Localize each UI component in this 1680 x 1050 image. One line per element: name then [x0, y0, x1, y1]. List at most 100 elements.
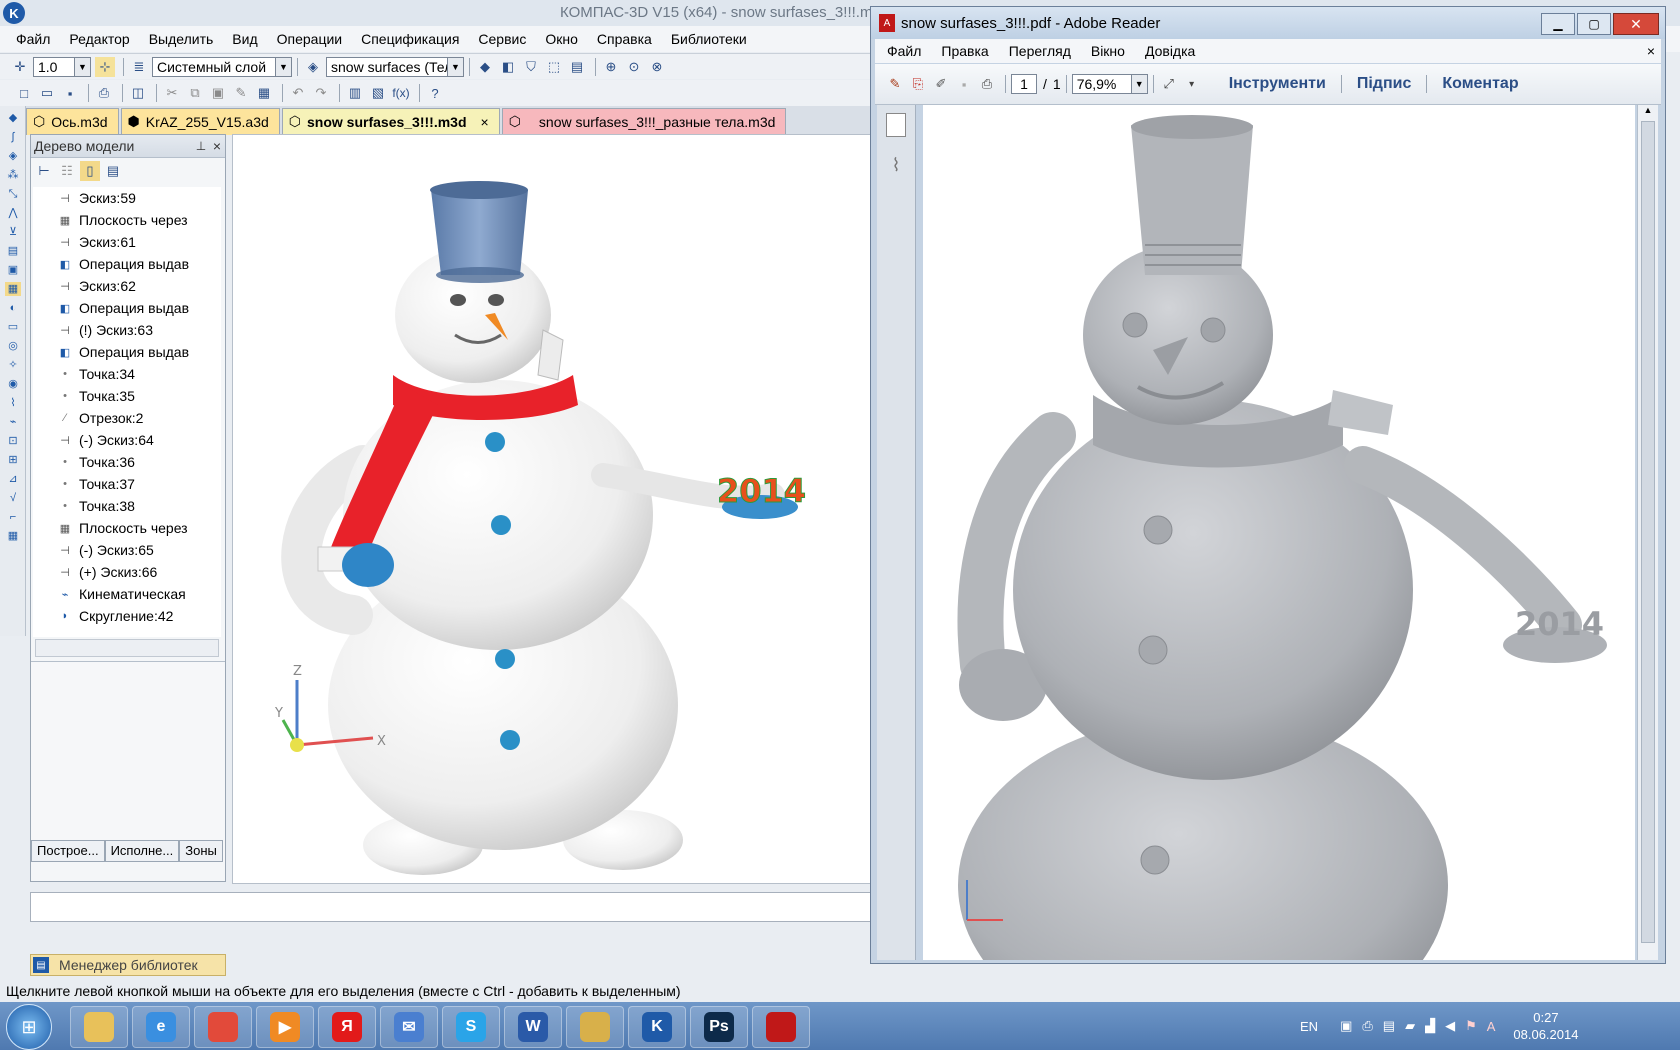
menu-edit[interactable]: Редактор: [69, 31, 129, 47]
volume-icon[interactable]: ◀: [1445, 1018, 1455, 1034]
properties-icon[interactable]: ◧: [498, 57, 518, 77]
new-file-icon[interactable]: □: [14, 83, 34, 103]
start-button[interactable]: ⊞: [6, 1004, 52, 1050]
library-manager-tab[interactable]: ▤ Менеджер библиотек: [30, 954, 226, 976]
orientation-icon[interactable]: ⬚: [544, 57, 564, 77]
tray-icon-2[interactable]: ▰: [1405, 1018, 1415, 1034]
copy-icon[interactable]: ⧉: [185, 83, 205, 103]
menu-libraries[interactable]: Библиотеки: [671, 31, 747, 47]
taskbar-app-media-player[interactable]: ▶: [256, 1006, 314, 1048]
close-document-icon[interactable]: ×: [1647, 43, 1655, 59]
taskbar-app-kompas[interactable]: K: [628, 1006, 686, 1048]
tree-item[interactable]: ⌁ Кинематическая: [33, 583, 221, 605]
tree-order-icon[interactable]: ⊢: [34, 161, 54, 181]
cable-icon[interactable]: ⌇: [5, 396, 21, 410]
dimensions-icon[interactable]: ⋀: [5, 206, 21, 220]
format-painter-icon[interactable]: ✎: [231, 83, 251, 103]
menu-window[interactable]: Окно: [545, 31, 578, 47]
paste-icon[interactable]: ▣: [208, 83, 228, 103]
tree-item[interactable]: • Точка:37: [33, 473, 221, 495]
chevron-down-icon[interactable]: ▼: [74, 57, 90, 76]
tree-item[interactable]: • Точка:35: [33, 385, 221, 407]
chevron-down-icon[interactable]: ▼: [447, 57, 463, 76]
minimize-button[interactable]: ▁: [1541, 13, 1575, 35]
menu-service[interactable]: Сервис: [478, 31, 526, 47]
sketch-tools-icon[interactable]: ✧: [5, 358, 21, 372]
page-thumbnails-icon[interactable]: [886, 113, 906, 137]
reader-menu-window[interactable]: Вікно: [1091, 43, 1125, 59]
sign-link[interactable]: Підпис: [1357, 75, 1412, 93]
tab-snow-surfases[interactable]: ⬡ snow surfases_3!!!.m3d ×: [281, 107, 500, 135]
taskbar-app-chrome[interactable]: [194, 1006, 252, 1048]
reader-menu-edit[interactable]: Правка: [941, 43, 988, 59]
leader-icon[interactable]: ⌐: [5, 510, 21, 524]
preview-icon[interactable]: ◫: [128, 83, 148, 103]
scroll-thumb[interactable]: [1641, 121, 1655, 943]
tree-item[interactable]: ⊣ (-) Эскиз:64: [33, 429, 221, 451]
cut-icon[interactable]: ✂: [162, 83, 182, 103]
close-icon[interactable]: ×: [481, 114, 489, 130]
chevron-down-icon[interactable]: ▼: [275, 57, 291, 76]
tree-item[interactable]: ⁄ Отрезок:2: [33, 407, 221, 429]
weld-symbols-icon[interactable]: ⊞: [5, 453, 21, 467]
comment-link[interactable]: Коментар: [1442, 75, 1518, 93]
menu-operations[interactable]: Операции: [277, 31, 343, 47]
taskbar-app-internet-explorer[interactable]: e: [132, 1006, 190, 1048]
reader-menu-help[interactable]: Довідка: [1145, 43, 1195, 59]
tray-icon-1[interactable]: ▣: [1340, 1018, 1352, 1034]
edit-pdf-icon[interactable]: ✐: [931, 74, 951, 94]
tab-versions[interactable]: Исполне...: [104, 840, 180, 862]
taskbar-app-mail[interactable]: ✉: [380, 1006, 438, 1048]
tree-structure-icon[interactable]: ☷: [57, 161, 77, 181]
spatial-curves-icon[interactable]: ∫: [5, 130, 21, 144]
tree-item[interactable]: ⊣ Эскиз:59: [33, 187, 221, 209]
reader-vertical-scrollbar[interactable]: ▲: [1637, 105, 1658, 960]
filter-icon[interactable]: ⛉: [521, 57, 541, 77]
tree-item[interactable]: ◗ Скругление:42: [33, 605, 221, 627]
surfaces-icon[interactable]: ◈: [5, 149, 21, 163]
chevron-down-icon[interactable]: ▼: [1130, 75, 1147, 93]
fullscreen-icon[interactable]: ⤢: [1159, 74, 1179, 94]
tables-icon[interactable]: ▦: [5, 529, 21, 543]
tree-item[interactable]: ◧ Операция выдав: [33, 297, 221, 319]
snap-icon[interactable]: ✛: [10, 57, 30, 77]
print-icon[interactable]: ⎙: [94, 83, 114, 103]
pdf-document-page[interactable]: 2014: [923, 105, 1635, 960]
close-button[interactable]: ✕: [1613, 13, 1659, 35]
function-icon[interactable]: f(x): [391, 83, 411, 103]
welds-icon[interactable]: ⊡: [5, 434, 21, 448]
menu-view[interactable]: Вид: [232, 31, 257, 47]
command-line-input[interactable]: [30, 892, 880, 922]
body-icon[interactable]: ◈: [303, 57, 323, 77]
tools-link[interactable]: Інструменти: [1229, 75, 1326, 93]
reader-tray-icon[interactable]: A: [1487, 1019, 1496, 1034]
attachments-icon[interactable]: ⌇: [887, 155, 905, 177]
network-icon[interactable]: ▤: [1383, 1018, 1395, 1034]
language-indicator[interactable]: EN: [1300, 1019, 1318, 1034]
local-coords-icon[interactable]: ⊹: [95, 56, 115, 77]
body-combo[interactable]: snow surfaces (Тел ▼: [326, 56, 464, 77]
layer-icon[interactable]: ≣: [129, 57, 149, 77]
taskbar-app-photoshop[interactable]: Ps: [690, 1006, 748, 1048]
reader-menu-file[interactable]: Файл: [887, 43, 921, 59]
color-icon[interactable]: ◆: [475, 57, 495, 77]
taskbar-app-skype[interactable]: S: [442, 1006, 500, 1048]
specification-icon[interactable]: ▦: [5, 282, 21, 296]
sheet-metal-icon[interactable]: ▭: [5, 320, 21, 334]
zoom-window-icon[interactable]: ⊕: [601, 57, 621, 77]
tab-os-m3d[interactable]: ⬡ Ось.m3d: [26, 107, 119, 135]
notation-icon[interactable]: ⊿: [5, 472, 21, 486]
tree-item[interactable]: ⊣ Эскиз:61: [33, 231, 221, 253]
pin-icon[interactable]: ⊥: [193, 139, 209, 153]
more-tools-icon[interactable]: ▾: [1182, 74, 1202, 94]
display-icon[interactable]: ◉: [5, 377, 21, 391]
roughness-icon[interactable]: √: [5, 491, 21, 505]
library-icon[interactable]: ◎: [5, 339, 21, 353]
tree-item[interactable]: • Точка:38: [33, 495, 221, 517]
tree-item[interactable]: ▦ Плоскость через: [33, 209, 221, 231]
undo-icon[interactable]: ↶: [288, 83, 308, 103]
maximize-button[interactable]: ▢: [1577, 13, 1611, 35]
diagnostics-icon[interactable]: ⊻: [5, 225, 21, 239]
tab-zones[interactable]: Зоны: [179, 840, 223, 862]
export-pdf-icon[interactable]: ⎘: [908, 74, 928, 94]
